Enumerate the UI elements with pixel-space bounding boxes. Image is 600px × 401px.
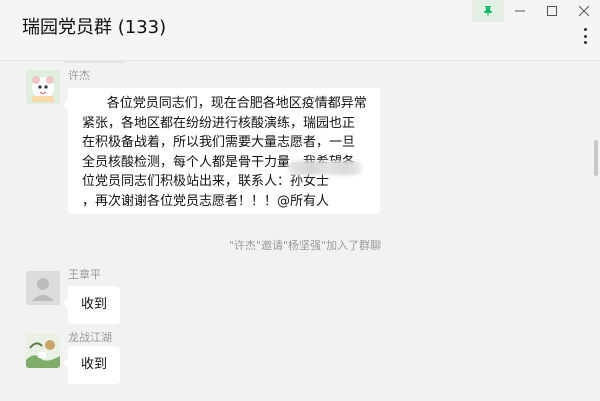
minimize-icon	[515, 10, 525, 12]
avatar[interactable]	[26, 70, 60, 104]
previous-message-edge	[64, 60, 126, 63]
pin-button[interactable]	[472, 0, 504, 22]
sender-name: 龙战江湖	[68, 331, 112, 344]
message-text: 收到	[81, 297, 108, 312]
redacted-phone-number	[288, 161, 362, 175]
more-button[interactable]	[580, 28, 590, 44]
chat-title: 瑞园党员群 (133)	[22, 17, 167, 38]
default-avatar-icon	[26, 271, 60, 305]
message-bubble[interactable]: 各位党员同志们，现在合肥各地区疫情都异常紧张，各地区都在纷纷进行核酸演练，瑞园也…	[63, 88, 387, 214]
system-notice-text: "许杰"邀请"杨坚强"加入了群聊	[228, 239, 382, 252]
window-controls	[472, 0, 600, 22]
system-notice: "许杰"邀请"杨坚强"加入了群聊	[0, 239, 600, 253]
pin-icon	[484, 6, 492, 16]
scrollbar[interactable]	[594, 140, 598, 176]
message-text: 收到	[81, 357, 108, 372]
maximize-button[interactable]	[536, 0, 568, 22]
maximize-icon	[547, 6, 557, 16]
sender-name: 许杰	[68, 69, 90, 82]
avatar-image	[26, 70, 60, 104]
chat-header: 瑞园党员群 (133)	[0, 0, 600, 60]
more-icon	[583, 28, 587, 31]
avatar[interactable]	[26, 271, 60, 305]
sender-name: 王章平	[68, 268, 101, 281]
avatar[interactable]	[26, 334, 60, 368]
minimize-button[interactable]	[504, 0, 536, 22]
message-bubble[interactable]: 收到	[62, 286, 121, 324]
close-icon	[579, 6, 589, 16]
message-text: 各位党员同志们，现在合肥各地区疫情都异常紧张，各地区都在纷纷进行核酸演练，瑞园也…	[82, 96, 387, 209]
close-button[interactable]	[568, 0, 600, 22]
message-bubble[interactable]: 收到	[62, 346, 121, 384]
avatar-image	[26, 334, 60, 368]
